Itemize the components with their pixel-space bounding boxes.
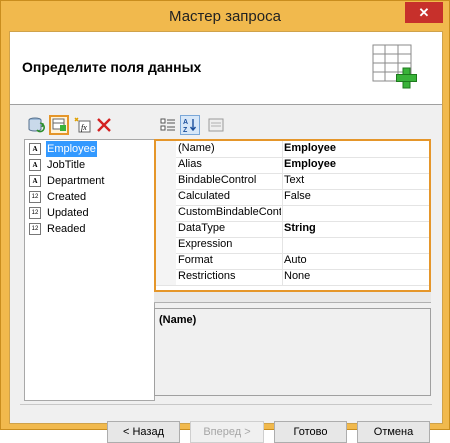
text-field-icon: A [29,159,41,171]
svg-text:Z: Z [183,127,188,134]
field-name: Employee [46,141,97,157]
property-name: Alias [178,158,202,170]
add-field-icon [52,118,66,131]
row-gutter [156,205,176,221]
add-field-button[interactable] [49,115,69,135]
title-bar[interactable]: Мастер запроса ✕ [1,1,449,31]
property-row[interactable]: BindableControl Text [156,173,429,190]
property-value[interactable]: String [284,222,316,234]
text-field-icon: A [29,175,41,187]
row-gutter [156,173,176,189]
wizard-header: Определите поля данных [10,32,442,105]
delete-field-button[interactable] [94,115,114,135]
property-name: CustomBindableControl [178,206,281,218]
text-field-icon: A [29,143,41,155]
categorized-view-button[interactable] [158,115,178,135]
delete-icon [97,118,111,132]
table-add-icon [372,44,417,89]
property-value[interactable]: Auto [284,254,307,266]
column-divider [282,253,283,269]
property-value[interactable]: Employee [284,142,336,154]
property-name: DataType [178,222,226,234]
refresh-database-button[interactable] [26,115,46,135]
property-row[interactable]: Expression [156,237,429,254]
property-name: BindableControl [178,174,257,186]
field-name: Department [47,175,105,187]
fields-toolbar: fx [24,115,124,137]
column-divider [282,173,283,189]
number-field-icon: 12 [29,223,41,235]
column-divider [282,237,283,253]
property-name: Restrictions [178,270,236,282]
field-name: Readed [47,223,86,235]
column-divider [282,205,283,221]
fields-list[interactable]: A Employee A JobTitle A Department 12 Cr… [24,139,155,401]
row-gutter [156,189,176,205]
grid-scrollbar[interactable] [154,292,431,303]
description-title: (Name) [159,314,197,326]
column-divider [282,221,283,237]
column-divider [282,141,283,157]
divider [20,404,432,405]
svg-text:fx: fx [81,123,87,132]
property-row[interactable]: DataType String [156,221,429,238]
categorized-view-icon [160,118,175,131]
row-gutter [156,141,176,157]
properties-toolbar: A Z [156,115,246,137]
add-calculated-field-button[interactable]: fx [72,115,92,135]
property-pages-icon [208,118,224,132]
number-field-icon: 12 [29,207,41,219]
description-panel: (Name) [154,308,431,396]
property-row[interactable]: Calculated False [156,189,429,206]
row-gutter [156,221,176,237]
refresh-database-icon [28,117,45,133]
row-gutter [156,269,176,285]
property-pages-button[interactable] [206,115,226,135]
sort-alphabetical-button[interactable]: A Z [180,115,200,135]
back-button[interactable]: < Назад [107,421,180,443]
field-name: JobTitle [47,159,86,171]
window-title: Мастер запроса [169,8,281,25]
row-gutter [156,157,176,173]
svg-text:A: A [183,119,188,126]
sort-alphabetical-icon: A Z [183,119,197,134]
property-name: Expression [178,238,233,250]
property-value[interactable]: False [284,190,311,202]
row-gutter [156,237,176,253]
property-row[interactable]: Alias Employee [156,157,429,174]
column-divider [282,157,283,173]
property-value[interactable]: Employee [284,158,336,170]
add-calculated-field-icon: fx [74,117,91,133]
page-title: Определите поля данных [22,59,202,75]
property-name: Calculated [178,190,230,202]
column-divider [282,189,283,205]
cancel-button[interactable]: Отмена [357,421,430,443]
property-name: (Name) [178,142,215,154]
property-grid[interactable]: (Name) Employee Alias Employee BindableC… [154,139,431,292]
finish-button[interactable]: Готово [274,421,347,443]
wizard-client: Определите поля данных fx A Z A Employee… [9,31,443,443]
property-row[interactable]: Restrictions None [156,269,429,286]
field-name: Updated [47,207,89,219]
column-divider [282,269,283,285]
next-button[interactable]: Вперед > [190,421,264,443]
property-name: Format [178,254,213,266]
property-value[interactable]: Text [284,174,304,186]
close-button[interactable]: ✕ [405,2,443,23]
property-row[interactable]: CustomBindableControl [156,205,429,222]
wizard-window: Мастер запроса ✕ Определите поля данных [0,0,450,443]
number-field-icon: 12 [29,191,41,203]
field-name: Created [47,191,87,203]
property-row[interactable]: Format Auto [156,253,429,270]
property-row[interactable]: (Name) Employee [156,141,429,158]
property-value[interactable]: None [284,270,310,282]
row-gutter [156,253,176,269]
